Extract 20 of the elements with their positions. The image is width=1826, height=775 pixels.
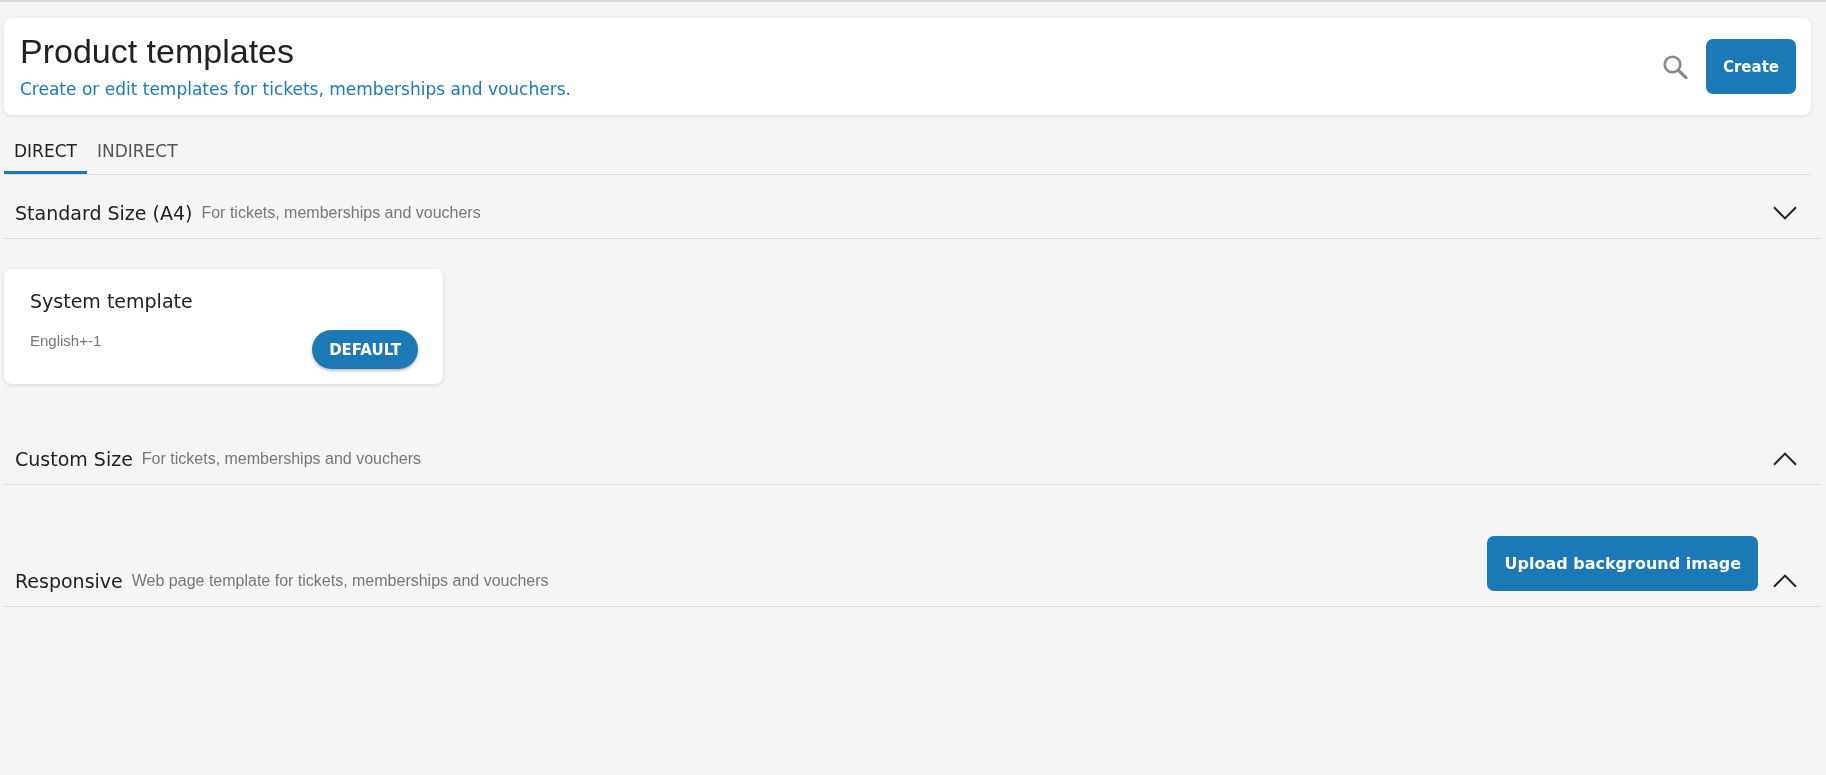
chevron-up-icon[interactable] [1773, 574, 1797, 588]
section-description: Web page template for tickets, memberships and vouchers [131, 571, 549, 591]
chevron-down-icon[interactable] [1773, 206, 1797, 220]
page-title: Product templates [20, 33, 296, 70]
section-description: For tickets, memberships and vouchers [141, 449, 422, 469]
upload-button[interactable]: Upload background image [1487, 536, 1758, 591]
tab[interactable]: DIRECT [4, 127, 87, 174]
page-subtitle: Create or edit templates for tickets, memberships and vouchers. [20, 79, 572, 100]
section-description: For tickets, memberships and vouchers [201, 203, 481, 223]
default-button[interactable]: DEFAULT [312, 330, 418, 369]
create-button[interactable]: Create [1705, 39, 1796, 94]
template-language: English+-1 [30, 331, 102, 351]
section-title: Custom Size [15, 448, 133, 470]
search-icon[interactable] [1662, 54, 1688, 79]
section-title: Standard Size (A4) [15, 202, 193, 224]
tab[interactable]: INDIRECT [86, 127, 188, 174]
template-card[interactable]: System template English+-1 DEFAULT [4, 269, 443, 384]
chevron-up-icon[interactable] [1773, 452, 1797, 466]
section-title: Responsive [15, 570, 123, 592]
template-name: System template [30, 289, 194, 313]
